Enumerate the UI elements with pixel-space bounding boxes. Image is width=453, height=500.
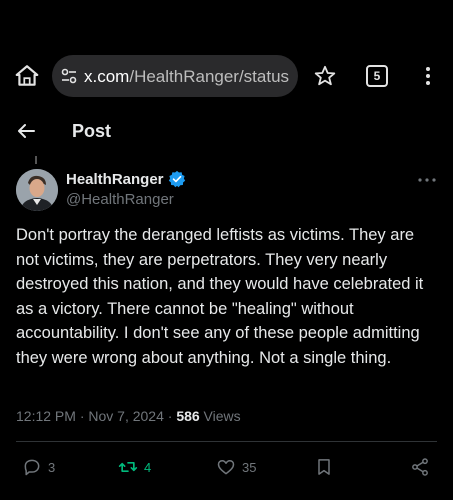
tweet-metadata: 12:12 PM · Nov 7, 2024 · 586 Views	[16, 408, 241, 424]
more-horizontal-icon[interactable]	[416, 176, 438, 184]
author-handle[interactable]: @HealthRanger	[66, 191, 174, 208]
tweet-timestamp[interactable]: 12:12 PM · Nov 7, 2024 ·	[16, 408, 176, 424]
browser-toolbar: x.com/HealthRanger/status 5	[0, 0, 453, 112]
thread-connector	[35, 156, 37, 164]
repost-count: 4	[144, 459, 152, 475]
tweet-text: Don't portray the deranged leftists as v…	[16, 226, 424, 367]
url-path: /HealthRanger/status	[129, 67, 290, 86]
repost-icon	[118, 462, 138, 472]
address-bar[interactable]: x.com/HealthRanger/status	[52, 55, 298, 97]
back-arrow-icon[interactable]	[16, 121, 36, 141]
author-name[interactable]: HealthRanger	[66, 171, 164, 188]
share-icon	[412, 458, 428, 476]
avatar-image	[16, 169, 58, 211]
site-settings-icon[interactable]	[60, 67, 78, 85]
views-count: 586	[176, 408, 200, 424]
share-button[interactable]	[410, 457, 436, 477]
reply-count: 3	[48, 459, 56, 475]
url-host: x.com	[84, 67, 130, 86]
home-icon[interactable]	[14, 63, 40, 89]
bookmark-star-icon[interactable]	[313, 64, 337, 88]
tab-switcher-button[interactable]: 5	[366, 65, 388, 87]
views-label: Views	[199, 408, 241, 424]
reply-icon	[24, 459, 40, 476]
author-name-row: HealthRanger	[66, 170, 186, 188]
divider	[16, 441, 437, 442]
more-vertical-icon[interactable]	[416, 64, 440, 88]
like-count: 35	[242, 459, 257, 475]
avatar[interactable]	[16, 169, 58, 211]
url-text[interactable]: x.com/HealthRanger/status	[84, 67, 294, 87]
page-title: Post	[72, 121, 112, 141]
bookmark-button[interactable]	[314, 457, 340, 477]
reply-button[interactable]: 3	[22, 457, 55, 477]
repost-button[interactable]: 4	[118, 457, 151, 477]
bookmark-icon	[318, 459, 330, 475]
like-button[interactable]: 35	[216, 457, 256, 477]
heart-icon	[217, 460, 235, 475]
verified-badge-icon	[168, 170, 185, 188]
